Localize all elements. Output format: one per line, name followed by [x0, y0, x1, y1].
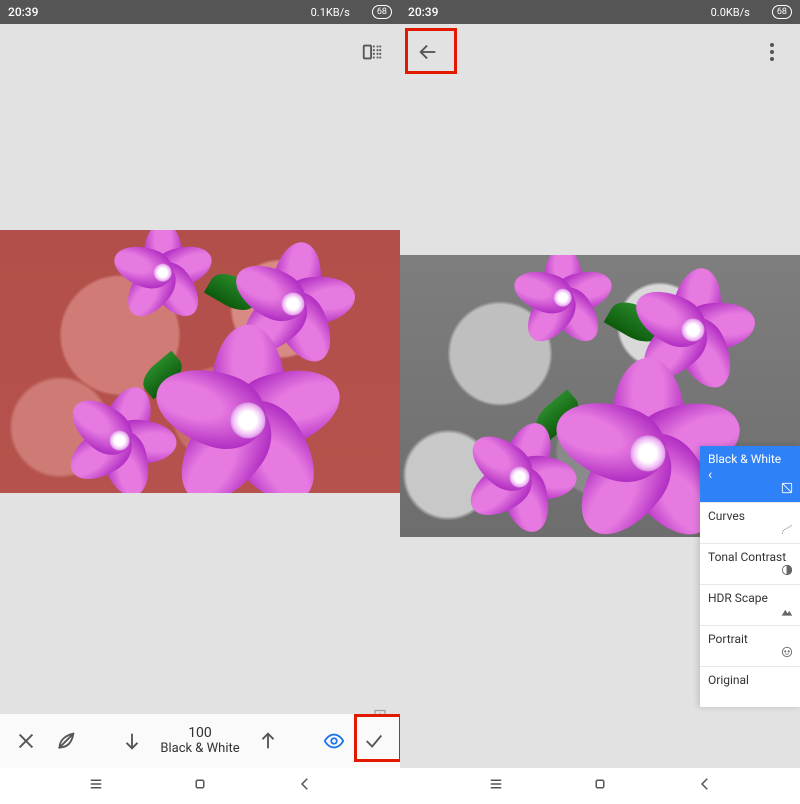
apply-button[interactable]: [354, 730, 394, 752]
status-bar: 20:39 0.1KB/s 68: [0, 0, 400, 24]
status-netspeed: 0.1KB/s: [311, 6, 350, 19]
effect-item-portrait[interactable]: Portrait: [700, 625, 800, 666]
right-screen: 20:39 0.0KB/s 68: [400, 0, 800, 804]
landscape-icon: [780, 604, 794, 621]
image-canvas[interactable]: [0, 230, 400, 493]
effect-item-tonal-contrast[interactable]: Tonal Contrast: [700, 543, 800, 584]
increment-button[interactable]: [248, 730, 288, 752]
effect-label: Original: [708, 673, 749, 687]
decrement-button[interactable]: [112, 730, 152, 752]
status-time: 20:39: [408, 5, 438, 19]
nav-back-icon[interactable]: [296, 775, 314, 797]
effect-label: Curves: [708, 509, 745, 523]
back-button[interactable]: [412, 36, 444, 68]
android-navbar: [400, 768, 800, 804]
effects-panel: Black & White ‹ Curves Tonal Contrast HD…: [700, 446, 800, 707]
appbar-left: [0, 24, 400, 80]
param-label: Black & White: [160, 742, 239, 756]
close-button[interactable]: [6, 730, 46, 752]
bw-filter-icon: [780, 481, 794, 498]
effect-item-black-and-white[interactable]: Black & White ‹: [700, 446, 800, 502]
chevron-left-icon: ‹: [708, 468, 792, 482]
edit-toolbar: 100 Black & White: [0, 714, 400, 768]
nav-recent-icon[interactable]: [487, 775, 505, 797]
effect-label: Tonal Contrast: [708, 550, 786, 564]
mask-leaf-icon[interactable]: [46, 730, 86, 752]
visibility-toggle[interactable]: [314, 730, 354, 752]
param-value: 100: [188, 726, 212, 741]
effect-label: HDR Scape: [708, 591, 768, 605]
android-navbar: [0, 768, 400, 804]
status-bar: 20:39 0.0KB/s 68: [400, 0, 800, 24]
param-stepper: 100 Black & White: [86, 726, 314, 756]
nav-home-icon[interactable]: [191, 775, 209, 797]
face-icon: [780, 645, 794, 662]
nav-back-icon[interactable]: [696, 775, 714, 797]
effect-item-original[interactable]: Original: [700, 666, 800, 707]
effect-item-curves[interactable]: Curves: [700, 502, 800, 543]
compare-split-icon[interactable]: [356, 36, 388, 68]
left-screen: 20:39 0.1KB/s 68: [0, 0, 400, 804]
effect-label: Black & White: [708, 452, 792, 466]
status-time: 20:39: [8, 5, 38, 19]
appbar-right: [400, 24, 800, 80]
curves-icon: [780, 522, 794, 539]
nav-home-icon[interactable]: [591, 775, 609, 797]
overflow-menu-button[interactable]: [756, 36, 788, 68]
battery-pill: 68: [772, 5, 792, 19]
contrast-icon: [780, 563, 794, 580]
param-readout: 100 Black & White: [160, 726, 239, 756]
nav-recent-icon[interactable]: [87, 775, 105, 797]
effect-item-hdr-scape[interactable]: HDR Scape: [700, 584, 800, 625]
battery-pill: 68: [372, 5, 392, 19]
status-netspeed: 0.0KB/s: [711, 6, 750, 19]
effect-label: Portrait: [708, 632, 748, 646]
